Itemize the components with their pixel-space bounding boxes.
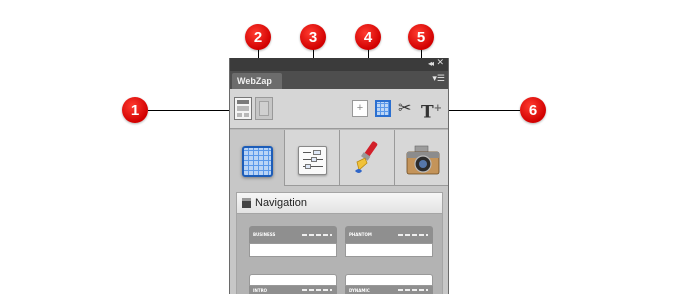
tab-webzap[interactable]: WebZap bbox=[232, 73, 282, 89]
close-icon[interactable]: ✕ bbox=[436, 58, 444, 68]
scissors-icon[interactable]: ✂ bbox=[398, 100, 414, 117]
add-text-glyph: T bbox=[421, 102, 434, 123]
nav-thumbnail-label: DYNAMIC bbox=[349, 288, 370, 293]
category-tabs bbox=[230, 130, 448, 186]
grid-icon bbox=[242, 146, 273, 177]
paintbrush-icon bbox=[355, 141, 378, 173]
nav-thumbnail[interactable]: DYNAMIC bbox=[345, 274, 433, 294]
tab-structure[interactable] bbox=[230, 130, 285, 186]
nav-thumbnail-label: PHANTOM bbox=[349, 232, 372, 237]
add-text-plus: + bbox=[433, 103, 443, 114]
toolbar: + ✂ T+ bbox=[230, 89, 448, 129]
callout-1-line bbox=[148, 110, 232, 111]
callout-3: 3 bbox=[300, 24, 326, 50]
nav-thumbnail-label: INTRO bbox=[253, 288, 268, 293]
nav-thumbnail[interactable]: INTRO bbox=[249, 274, 337, 294]
camera-icon bbox=[406, 145, 440, 175]
settings-icon bbox=[298, 146, 327, 175]
callout-2: 2 bbox=[245, 24, 271, 50]
callout-1: 1 bbox=[122, 97, 148, 123]
callout-6: 6 bbox=[520, 97, 546, 123]
callout-5: 5 bbox=[408, 24, 434, 50]
navigation-section-header[interactable]: Navigation bbox=[236, 192, 443, 214]
tab-settings[interactable] bbox=[285, 130, 340, 186]
nav-thumbnail-label: BUSINESS bbox=[253, 232, 276, 237]
layout-alt-view-button[interactable] bbox=[255, 97, 273, 120]
callout-4: 4 bbox=[355, 24, 381, 50]
panel-title-bar: ◂◂ ✕ bbox=[230, 58, 448, 71]
section-icon bbox=[242, 198, 251, 208]
panel-tab-row: WebZap ▾☰ bbox=[230, 71, 448, 89]
tab-media[interactable] bbox=[395, 130, 448, 186]
webzap-panel: ◂◂ ✕ WebZap ▾☰ + ✂ T+ Navigation BUSINES… bbox=[229, 58, 449, 294]
nav-thumbnail[interactable]: BUSINESS bbox=[249, 226, 337, 258]
grid-toggle-icon[interactable] bbox=[375, 100, 391, 117]
panel-menu-icon[interactable]: ▾☰ bbox=[432, 74, 445, 83]
add-text-icon[interactable]: T+ bbox=[421, 100, 442, 121]
collapse-icon[interactable]: ◂◂ bbox=[428, 59, 434, 68]
add-item-button[interactable]: + bbox=[352, 100, 368, 117]
navigation-thumbnails: BUSINESS PHANTOM INTRO DYNAMIC bbox=[236, 214, 443, 294]
callout-6-line bbox=[440, 110, 520, 111]
layout-view-button[interactable] bbox=[234, 97, 252, 120]
tab-style[interactable] bbox=[340, 130, 395, 186]
nav-thumbnail[interactable]: PHANTOM bbox=[345, 226, 433, 258]
section-title: Navigation bbox=[255, 197, 307, 209]
panel-content: Navigation BUSINESS PHANTOM INTRO DYNAMI… bbox=[230, 186, 448, 294]
